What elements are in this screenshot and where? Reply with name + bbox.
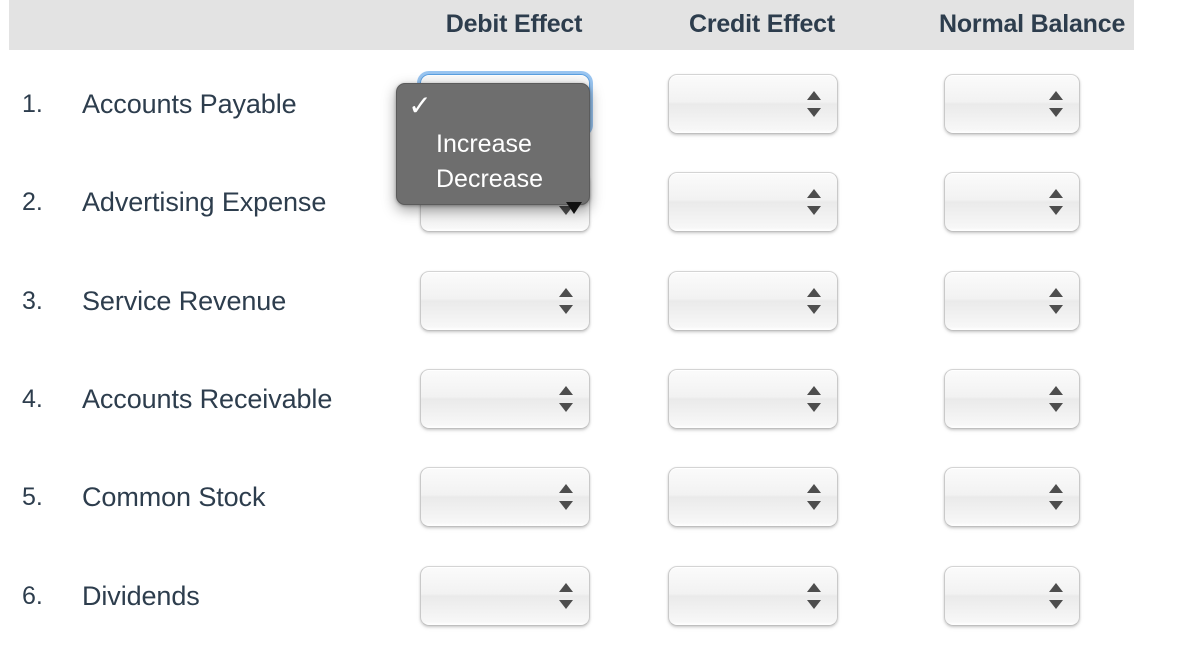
- stepper-arrows-icon: [807, 384, 821, 414]
- select-credit-effect-row-2[interactable]: [668, 172, 838, 232]
- dropdown-option-decrease[interactable]: Decrease: [397, 162, 589, 197]
- account-name: Accounts Payable: [82, 89, 297, 119]
- stepper-arrows-icon: [807, 286, 821, 316]
- stepper-arrows-icon: [807, 89, 821, 119]
- row-number: 1.: [22, 90, 43, 118]
- stepper-arrows-icon: [1049, 187, 1063, 217]
- stepper-arrows-icon: [1049, 581, 1063, 611]
- table-row: 3. Service Revenue: [0, 252, 1200, 350]
- stepper-arrows-icon: [559, 581, 573, 611]
- checkmark-icon: ✓: [408, 90, 432, 121]
- select-debit-effect-row-4[interactable]: [420, 369, 590, 429]
- select-credit-effect-row-1[interactable]: [668, 74, 838, 134]
- table-row: 2. Advertising Expense: [0, 153, 1200, 251]
- row-number: 2.: [22, 188, 43, 216]
- select-normal-balance-row-1[interactable]: [944, 74, 1080, 134]
- table-row: 1. Accounts Payable: [0, 55, 1200, 153]
- column-header-debit-effect: Debit Effect: [445, 10, 583, 38]
- stepper-arrows-icon: [807, 482, 821, 512]
- column-header-normal-balance: Normal Balance: [939, 10, 1126, 38]
- dropdown-scroll-down-icon[interactable]: [566, 202, 582, 214]
- select-credit-effect-row-5[interactable]: [668, 467, 838, 527]
- select-debit-effect-row-6[interactable]: [420, 566, 590, 626]
- stepper-arrows-icon: [1049, 482, 1063, 512]
- stepper-arrows-icon: [1049, 384, 1063, 414]
- select-credit-effect-row-4[interactable]: [668, 369, 838, 429]
- table-row: 5. Common Stock: [0, 448, 1200, 546]
- row-number: 3.: [22, 287, 43, 315]
- row-number: 5.: [22, 483, 43, 511]
- account-name: Advertising Expense: [82, 187, 327, 217]
- dropdown-option-blank[interactable]: ✓: [397, 88, 589, 123]
- stepper-arrows-icon: [559, 286, 573, 316]
- select-debit-effect-row-3[interactable]: [420, 271, 590, 331]
- select-normal-balance-row-3[interactable]: [944, 271, 1080, 331]
- row-number: 6.: [22, 582, 43, 610]
- account-name: Common Stock: [82, 482, 266, 512]
- dropdown-option-label: Increase: [436, 130, 532, 158]
- stepper-arrows-icon: [1049, 286, 1063, 316]
- table-row: 6. Dividends: [0, 547, 1200, 645]
- table-row: 4. Accounts Receivable: [0, 350, 1200, 448]
- select-credit-effect-row-6[interactable]: [668, 566, 838, 626]
- stepper-arrows-icon: [1049, 89, 1063, 119]
- stepper-arrows-icon: [559, 384, 573, 414]
- account-name: Dividends: [82, 581, 200, 611]
- account-name: Service Revenue: [82, 286, 287, 316]
- select-normal-balance-row-4[interactable]: [944, 369, 1080, 429]
- select-normal-balance-row-5[interactable]: [944, 467, 1080, 527]
- stepper-arrows-icon: [559, 482, 573, 512]
- column-header-credit-effect: Credit Effect: [688, 10, 836, 38]
- account-name: Accounts Receivable: [82, 384, 333, 414]
- dropdown-option-label: Decrease: [436, 165, 543, 193]
- select-credit-effect-row-3[interactable]: [668, 271, 838, 331]
- dropdown-menu-debit-effect-row-1[interactable]: ✓ Increase Decrease: [396, 83, 590, 205]
- stepper-arrows-icon: [807, 187, 821, 217]
- select-normal-balance-row-6[interactable]: [944, 566, 1080, 626]
- row-number: 4.: [22, 385, 43, 413]
- dropdown-option-increase[interactable]: Increase: [397, 127, 589, 162]
- table-header-row: Debit Effect Credit Effect Normal Balanc…: [9, 0, 1134, 50]
- stepper-arrows-icon: [807, 581, 821, 611]
- exercise-page: Debit Effect Credit Effect Normal Balanc…: [0, 0, 1200, 629]
- select-debit-effect-row-5[interactable]: [420, 467, 590, 527]
- select-normal-balance-row-2[interactable]: [944, 172, 1080, 232]
